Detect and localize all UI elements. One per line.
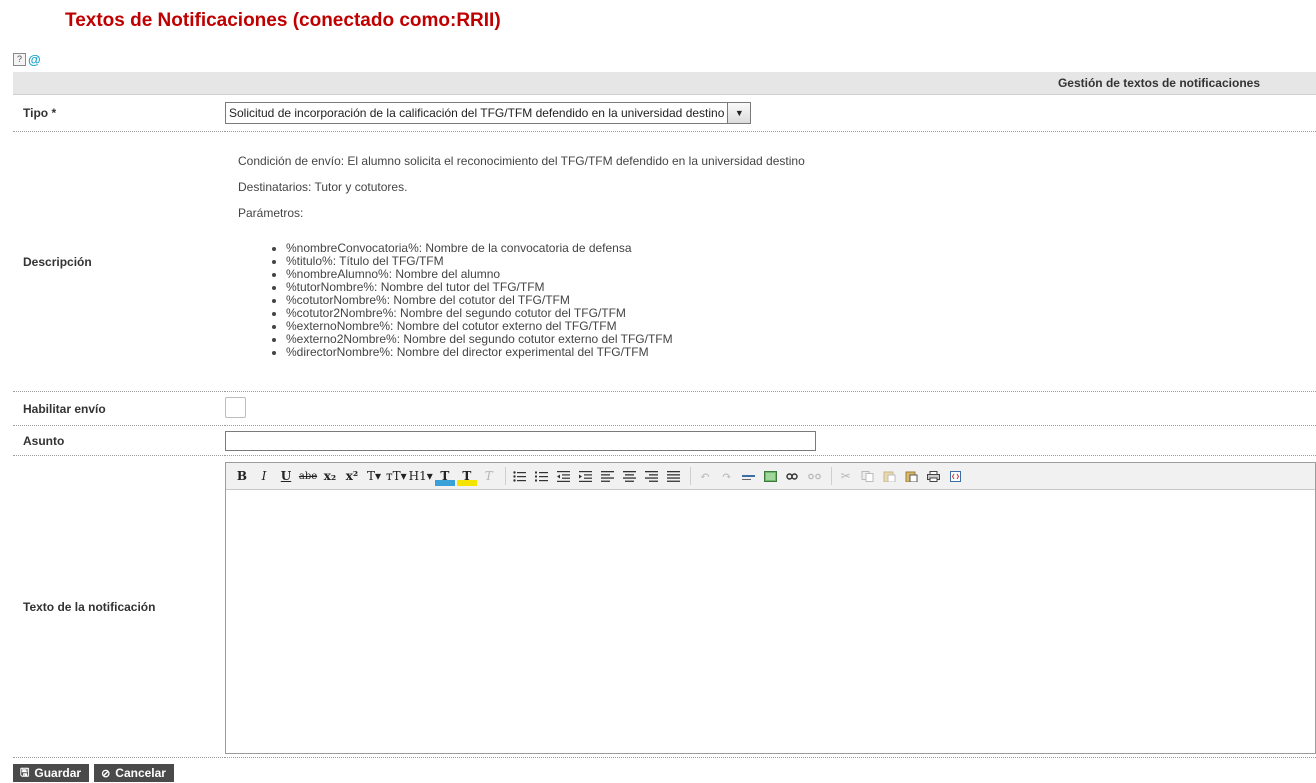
font-size-icon[interactable]: T▾ — [364, 466, 384, 486]
clear-format-icon[interactable]: T — [479, 466, 499, 486]
save-button-label: Guardar — [34, 766, 82, 780]
superscript-icon[interactable]: x² — [342, 466, 362, 486]
email-at-icon[interactable]: @ — [28, 53, 41, 66]
bullet-list-icon[interactable] — [510, 466, 530, 486]
strikethrough-icon[interactable]: abe — [298, 466, 318, 486]
toolbar-separator — [689, 467, 691, 485]
destinatarios-text: Destinatarios: Tutor y cotutores. — [238, 180, 408, 194]
align-center-icon[interactable] — [620, 466, 640, 486]
cancel-button-label: Cancelar — [115, 766, 166, 780]
undo-icon[interactable]: ↶ — [695, 466, 715, 486]
font-family-icon[interactable]: тT▾ — [386, 466, 407, 486]
save-button[interactable]: 🖫 Guardar — [13, 764, 90, 782]
tipo-select-value: Solicitud de incorporación de la calific… — [229, 106, 725, 120]
tipo-label: Tipo * — [13, 94, 225, 132]
highlight-color-icon[interactable]: T — [456, 466, 477, 486]
action-bar: 🖫 Guardar ⊘ Cancelar — [13, 764, 174, 782]
asunto-input[interactable] — [225, 430, 816, 451]
descripcion-row: Descripción Condición de envío: El alumn… — [13, 131, 1316, 392]
outdent-icon[interactable] — [554, 466, 574, 486]
align-justify-icon[interactable] — [664, 466, 684, 486]
top-icons: ? @ — [13, 53, 41, 66]
parametros-title: Parámetros: — [238, 206, 304, 220]
toolbar-separator — [504, 467, 506, 485]
underline-icon[interactable]: U — [276, 466, 296, 486]
align-right-icon[interactable] — [642, 466, 662, 486]
copy-icon[interactable] — [858, 466, 878, 486]
image-icon[interactable] — [761, 466, 781, 486]
source-code-icon[interactable] — [946, 466, 966, 486]
habilitar-label: Habilitar envío — [13, 391, 225, 426]
habilitar-checkbox[interactable] — [225, 396, 246, 418]
cancel-button[interactable]: ⊘ Cancelar — [94, 764, 174, 782]
bold-icon[interactable]: B — [232, 466, 252, 486]
asunto-label: Asunto — [13, 425, 225, 456]
notification-form: Gestión de textos de notificaciones Tipo… — [13, 72, 1316, 758]
asunto-row: Asunto — [13, 425, 1316, 456]
numbered-list-icon[interactable] — [532, 466, 552, 486]
parametros-list: %nombreConvocatoria%: Nombre de la convo… — [238, 242, 1316, 359]
tipo-select[interactable]: Solicitud de incorporación de la calific… — [225, 102, 752, 124]
chevron-down-icon[interactable]: ▼ — [727, 103, 751, 123]
help-icon[interactable]: ? — [13, 53, 26, 66]
texto-label: Texto de la notificación — [13, 455, 225, 758]
notification-text-area[interactable] — [226, 490, 1315, 753]
italic-icon[interactable]: I — [254, 466, 274, 486]
tipo-row: Tipo * Solicitud de incorporación de la … — [13, 94, 1316, 132]
align-left-icon[interactable] — [598, 466, 618, 486]
descripcion-label: Descripción — [13, 131, 225, 392]
text-color-icon[interactable]: T — [434, 466, 455, 486]
link-icon[interactable] — [783, 466, 803, 486]
rich-text-editor: B I U abe x₂ x² T▾ тT▾ H1▾ T T T ↶ ↷ ✂ — [225, 462, 1316, 754]
condicion-text: Condición de envío: El alumno solicita e… — [238, 154, 805, 168]
toolbar-separator — [830, 467, 832, 485]
paste-text-icon[interactable] — [902, 466, 922, 486]
texto-row: Texto de la notificación B I U abe x₂ x²… — [13, 455, 1316, 758]
cut-icon[interactable]: ✂ — [836, 466, 856, 486]
descripcion-content: Condición de envío: El alumno solicita e… — [225, 132, 1316, 359]
section-header: Gestión de textos de notificaciones — [13, 72, 1316, 95]
heading-icon[interactable]: H1▾ — [409, 466, 433, 486]
section-header-row: Gestión de textos de notificaciones — [13, 72, 1316, 95]
editor-toolbar: B I U abe x₂ x² T▾ тT▾ H1▾ T T T ↶ ↷ ✂ — [226, 463, 1315, 490]
redo-icon[interactable]: ↷ — [717, 466, 737, 486]
page-title: Textos de Notificaciones (conectado como… — [65, 10, 501, 31]
subscript-icon[interactable]: x₂ — [320, 466, 340, 486]
paste-icon[interactable] — [880, 466, 900, 486]
parametro-item: %directorNombre%: Nombre del director ex… — [286, 346, 1316, 359]
cancel-icon: ⊘ — [101, 767, 111, 780]
print-icon[interactable] — [924, 466, 944, 486]
horizontal-rule-icon[interactable] — [739, 466, 759, 486]
habilitar-row: Habilitar envío — [13, 391, 1316, 426]
indent-icon[interactable] — [576, 466, 596, 486]
unlink-icon[interactable] — [805, 466, 825, 486]
